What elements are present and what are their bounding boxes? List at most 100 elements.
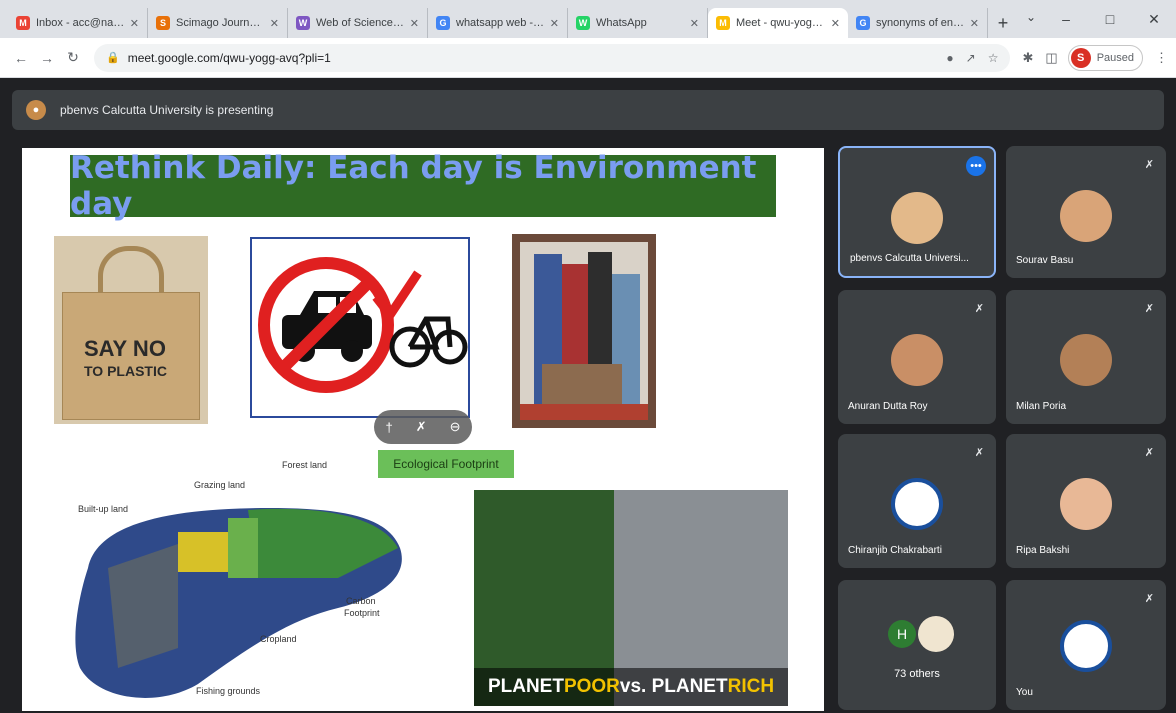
tab-favicon-icon: M [16,16,30,30]
participant-name: Ripa Bakshi [1016,545,1070,556]
tab-search-icon[interactable]: ⌄ [1026,10,1036,24]
label-fishing-grounds: Fishing grounds [196,686,261,696]
browser-tab[interactable]: S Scimago Journal & C... ✕ [148,8,288,38]
browser-tab[interactable]: W WhatsApp ✕ [568,8,708,38]
bag-text-line1: SAY NO [84,336,166,361]
browser-tab[interactable]: M Meet - qwu-yogg-... ✕ [708,8,848,38]
tab-title: synonyms of endange... [876,17,966,29]
participant-tile-presenter[interactable]: ••• pbenvs Calcutta Universi... [838,146,996,278]
url-field[interactable]: 🔒 meet.google.com/qwu-yogg-avq?pli=1 ● ↗… [94,43,1011,72]
tab-close-icon[interactable]: ✕ [550,17,559,30]
tab-title: Meet - qwu-yogg-... [736,17,827,29]
profile-button[interactable]: S Paused [1067,44,1143,71]
tab-close-icon[interactable]: ✕ [410,17,419,30]
browser-tab[interactable]: M Inbox - acc@nagendr... ✕ [8,8,148,38]
label-forest-land: Forest land [282,460,328,470]
tab-favicon-icon: W [296,16,310,30]
pin-icon[interactable]: † [385,420,392,435]
avatar [891,334,943,386]
self-tile[interactable]: ✗ You [1006,580,1166,710]
tab-close-icon[interactable]: ✕ [270,17,279,30]
avatar [891,192,943,244]
tab-favicon-icon: S [156,16,170,30]
browser-tab[interactable]: W Web of Science Mast... ✕ [288,8,428,38]
mic-muted-icon: ✗ [1144,593,1154,605]
participant-tile[interactable]: ✗ Sourav Basu [1006,146,1166,278]
tab-close-icon[interactable]: ✕ [130,17,139,30]
slide-title: Rethink Daily: Each day is Environment d… [70,150,776,222]
new-tab-button[interactable]: + [988,8,1018,38]
profile-status: Paused [1096,51,1134,64]
participant-name: pbenvs Calcutta Universi... [850,253,969,264]
url-text[interactable]: meet.google.com/qwu-yogg-avq?pli=1 [128,51,935,65]
participant-name: You [1016,687,1033,698]
participant-tile[interactable]: ✗ Anuran Dutta Roy [838,290,996,424]
label-cropland: Cropland [260,634,297,644]
extensions-icon[interactable]: ✱ [1022,50,1033,66]
no-car-bicycle-image [250,237,470,418]
planet-poor-vs-rich-image: PLANET POOR vs. PLANET RICH [474,490,788,706]
remove-icon[interactable]: ⊖ [450,419,461,435]
tab-favicon-icon: G [436,16,450,30]
tab-close-icon[interactable]: ✕ [690,17,699,30]
presentation-controls: † ✗ ⊖ [374,410,472,444]
mic-muted-icon: ✗ [974,447,984,459]
participant-name: Sourav Basu [1016,255,1074,266]
tab-close-icon[interactable]: ✕ [970,17,979,30]
mute-icon[interactable]: ✗ [416,419,427,435]
maximize-icon[interactable]: □ [1088,11,1132,27]
others-tile[interactable]: H 73 others [838,580,996,710]
tab-title: Scimago Journal & C... [176,17,266,29]
aerial-caption: PLANET POOR vs. PLANET RICH [474,668,788,706]
mic-muted-icon: ✗ [1144,447,1154,459]
others-avatar: H [888,620,916,648]
bicycle-icon [389,316,468,368]
others-photo [918,616,954,652]
forward-icon[interactable]: → [34,50,60,66]
tab-title: whatsapp web - Goo... [456,17,546,29]
browser-tab[interactable]: Gwhatsapp web - Goo... ✕ [428,8,568,38]
participant-tile[interactable]: ✗ Milan Poria [1006,290,1166,424]
participant-name: Chiranjib Chakrabarti [848,545,942,556]
tab-title: WhatsApp [596,17,647,29]
close-window-icon[interactable]: ✕ [1132,11,1176,28]
presenting-text: pbenvs Calcutta University is presenting [60,103,274,117]
footprint-diagram: Forest land Grazing land Built-up land C… [48,448,438,706]
bookmark-star-icon[interactable]: ☆ [988,51,999,65]
participant-tile[interactable]: ✗ Ripa Bakshi [1006,434,1166,568]
presenting-banner: ● pbenvs Calcutta University is presenti… [12,90,1164,130]
avatar [1060,478,1112,530]
menu-icon[interactable]: ⋮ [1155,50,1168,66]
browser-tab[interactable]: Gsynonyms of endange... ✕ [848,8,988,38]
tab-title: Inbox - acc@nagendr... [36,17,126,29]
bag-text-line2: TO PLASTIC [84,363,167,379]
label-builtup-land: Built-up land [78,504,129,514]
avatar [1060,620,1112,672]
shared-slide: Rethink Daily: Each day is Environment d… [22,148,824,711]
tab-close-icon[interactable]: ✕ [831,17,840,30]
mic-muted-icon: ✗ [1144,159,1154,171]
avatar [1060,334,1112,386]
address-bar: ← → ↻ 🔒 meet.google.com/qwu-yogg-avq?pli… [0,38,1176,78]
back-icon[interactable]: ← [8,50,34,66]
avatar [891,478,943,530]
profile-avatar: S [1070,47,1091,68]
others-count: 73 others [894,668,940,680]
tab-favicon-icon: M [716,16,730,30]
minimize-icon[interactable]: – [1044,11,1088,27]
reload-icon[interactable]: ↻ [60,49,86,66]
tab-favicon-icon: G [856,16,870,30]
label-carbon: Carbon [346,596,376,606]
participant-name: Milan Poria [1016,401,1067,412]
mic-muted-icon: ✗ [974,303,984,315]
more-options-icon[interactable]: ••• [966,156,986,176]
side-panel-icon[interactable]: ◫ [1045,50,1057,66]
lock-icon[interactable]: 🔒 [106,51,120,64]
tab-favicon-icon: W [576,16,590,30]
participant-name: Anuran Dutta Roy [848,401,928,412]
share-icon[interactable]: ↗ [966,51,976,65]
participant-tile[interactable]: ✗ Chiranjib Chakrabarti [838,434,996,568]
window-controls: – □ ✕ [1044,0,1176,38]
camera-icon[interactable]: ● [946,51,953,65]
jute-bag-image: SAY NO TO PLASTIC [54,236,208,424]
